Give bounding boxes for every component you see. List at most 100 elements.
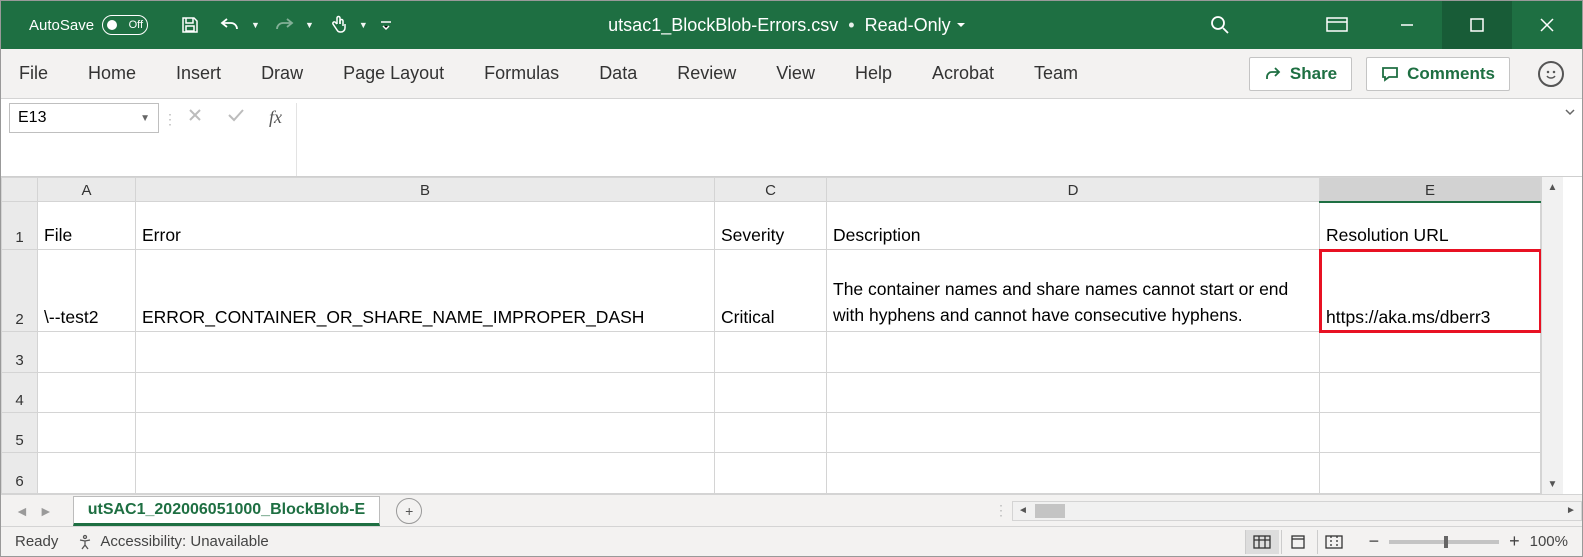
cell-B4[interactable] (136, 372, 715, 412)
view-normal-icon[interactable] (1245, 530, 1279, 554)
vertical-scrollbar[interactable]: ▲▼ (1541, 177, 1563, 494)
cell-B3[interactable] (136, 332, 715, 372)
cell-D3[interactable] (827, 332, 1320, 372)
zoom-level[interactable]: 100% (1530, 533, 1568, 550)
sheet-tab-active[interactable]: utSAC1_202006051000_BlockBlob-E (73, 496, 380, 526)
tab-nav-next-icon[interactable]: ► (39, 503, 53, 519)
cell-C2[interactable]: Critical (715, 250, 827, 332)
tab-insert[interactable]: Insert (176, 63, 221, 84)
tab-formulas[interactable]: Formulas (484, 63, 559, 84)
zoom-slider[interactable] (1389, 540, 1499, 544)
undo-icon[interactable] (214, 9, 246, 41)
feedback-icon[interactable] (1538, 61, 1564, 87)
share-button[interactable]: Share (1249, 57, 1352, 91)
spreadsheet-grid[interactable]: A B C D E 1 File Error Severity Descript… (1, 177, 1582, 494)
formula-bar-handle[interactable]: ⋮ (159, 99, 181, 176)
comments-button[interactable]: Comments (1366, 57, 1510, 91)
cell-A5[interactable] (38, 413, 136, 453)
cell-A1[interactable]: File (38, 202, 136, 250)
ribbon: File Home Insert Draw Page Layout Formul… (1, 49, 1582, 99)
cell-B2[interactable]: ERROR_CONTAINER_OR_SHARE_NAME_IMPROPER_D… (136, 250, 715, 332)
tab-data[interactable]: Data (599, 63, 637, 84)
maximize-icon[interactable] (1442, 1, 1512, 49)
cell-C6[interactable] (715, 453, 827, 494)
cell-D6[interactable] (827, 453, 1320, 494)
autosave-toggle[interactable]: AutoSave Off (29, 15, 148, 35)
cell-A2[interactable]: \--test2 (38, 250, 136, 332)
col-header-E[interactable]: E (1320, 178, 1541, 202)
sheet-tab-strip: ◄ ► utSAC1_202006051000_BlockBlob-E + ⋮ … (1, 494, 1582, 526)
cell-E1[interactable]: Resolution URL (1320, 202, 1541, 250)
touch-mode-icon[interactable] (322, 9, 354, 41)
cell-A6[interactable] (38, 453, 136, 494)
tab-review[interactable]: Review (677, 63, 736, 84)
cell-C1[interactable]: Severity (715, 202, 827, 250)
fx-icon[interactable]: fx (269, 107, 282, 128)
customize-qat-icon[interactable] (376, 9, 396, 41)
tab-team[interactable]: Team (1034, 63, 1078, 84)
minimize-icon[interactable] (1372, 1, 1442, 49)
cell-C5[interactable] (715, 413, 827, 453)
col-header-B[interactable]: B (136, 178, 715, 202)
col-header-D[interactable]: D (827, 178, 1320, 202)
zoom-out-icon[interactable]: − (1369, 531, 1380, 552)
tab-page-layout[interactable]: Page Layout (343, 63, 444, 84)
chevron-down-icon[interactable]: ▼ (140, 113, 150, 124)
save-icon[interactable] (174, 9, 206, 41)
row-header-2[interactable]: 2 (2, 250, 38, 332)
cell-E4[interactable] (1320, 372, 1541, 412)
cell-C3[interactable] (715, 332, 827, 372)
cell-E2[interactable]: https://aka.ms/dberr3 (1320, 250, 1541, 332)
select-all-cell[interactable] (2, 178, 38, 202)
accessibility-status[interactable]: Accessibility: Unavailable (76, 533, 268, 551)
autosave-label: AutoSave (29, 17, 94, 34)
cell-A3[interactable] (38, 332, 136, 372)
cell-A4[interactable] (38, 372, 136, 412)
cell-C4[interactable] (715, 372, 827, 412)
cell-D5[interactable] (827, 413, 1320, 453)
enter-formula-icon[interactable] (227, 107, 245, 126)
ribbon-display-icon[interactable] (1302, 1, 1372, 49)
zoom-in-icon[interactable]: + (1509, 531, 1520, 552)
expand-formula-bar-icon[interactable] (1558, 99, 1582, 176)
cell-E3[interactable] (1320, 332, 1541, 372)
horizontal-scrollbar[interactable]: ◄► (1012, 501, 1582, 521)
tab-home[interactable]: Home (88, 63, 136, 84)
cell-D1[interactable]: Description (827, 202, 1320, 250)
tab-file[interactable]: File (19, 63, 48, 84)
tab-view[interactable]: View (776, 63, 815, 84)
cell-D2[interactable]: The container names and share names cann… (827, 250, 1320, 332)
name-box-value: E13 (18, 109, 46, 127)
share-label: Share (1290, 64, 1337, 84)
row-header-6[interactable]: 6 (2, 453, 38, 494)
tab-nav-prev-icon[interactable]: ◄ (15, 503, 29, 519)
row-header-1[interactable]: 1 (2, 202, 38, 250)
cell-E5[interactable] (1320, 413, 1541, 453)
cell-D4[interactable] (827, 372, 1320, 412)
formula-input[interactable] (296, 103, 1558, 176)
row-header-4[interactable]: 4 (2, 372, 38, 412)
autosave-switch[interactable]: Off (102, 15, 148, 35)
name-box[interactable]: E13 ▼ (9, 103, 159, 133)
row-header-3[interactable]: 3 (2, 332, 38, 372)
status-ready: Ready (15, 533, 58, 550)
tab-acrobat[interactable]: Acrobat (932, 63, 994, 84)
cell-B1[interactable]: Error (136, 202, 715, 250)
add-sheet-icon[interactable]: + (396, 498, 422, 524)
autosave-state: Off (129, 19, 143, 31)
cell-E6[interactable] (1320, 453, 1541, 494)
cancel-formula-icon[interactable] (187, 107, 203, 126)
tab-draw[interactable]: Draw (261, 63, 303, 84)
view-page-break-icon[interactable] (1317, 530, 1351, 554)
cell-B5[interactable] (136, 413, 715, 453)
search-icon[interactable] (1208, 14, 1232, 36)
col-header-A[interactable]: A (38, 178, 136, 202)
view-page-layout-icon[interactable] (1281, 530, 1315, 554)
col-header-C[interactable]: C (715, 178, 827, 202)
read-only-dropdown[interactable]: Read-Only (865, 15, 966, 36)
tab-help[interactable]: Help (855, 63, 892, 84)
redo-icon[interactable] (268, 9, 300, 41)
cell-B6[interactable] (136, 453, 715, 494)
close-icon[interactable] (1512, 1, 1582, 49)
row-header-5[interactable]: 5 (2, 413, 38, 453)
